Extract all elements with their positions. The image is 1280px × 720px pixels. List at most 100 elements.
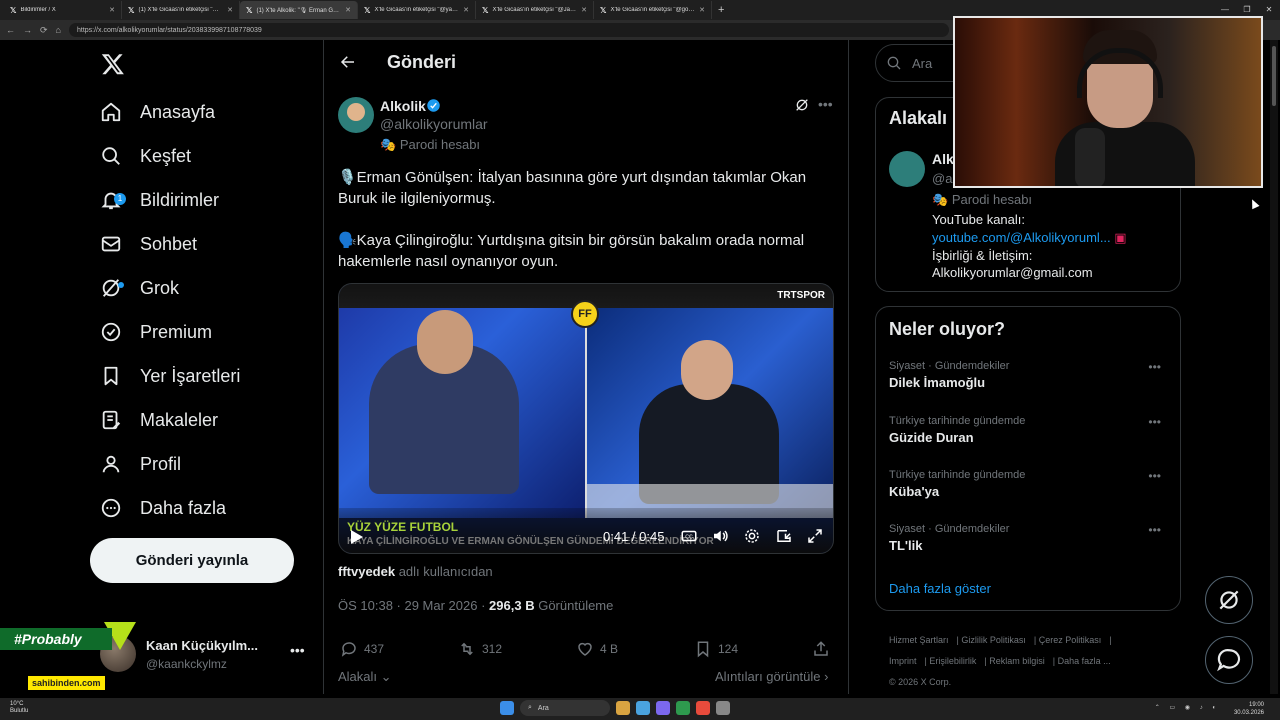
footer-link[interactable]: Hizmet Şartları [889,635,949,645]
app-icon[interactable] [716,701,730,715]
close-icon[interactable]: ✕ [345,6,351,14]
sidebar-item-messages[interactable]: Sohbet [100,227,197,261]
tweet-time[interactable]: ÖS 10:38 · 29 Mar 2026 [338,598,477,613]
close-icon[interactable]: ✕ [227,6,233,14]
browser-tab[interactable]: 𝕏 X'te Gicaas'ın etiketçisi "@govek ✕ [594,1,712,19]
fullscreen-icon[interactable] [806,527,824,545]
more-dots-icon[interactable]: ••• [1148,469,1161,483]
svg-text:CC: CC [685,534,693,540]
bell-icon-wrap: 1 [100,189,126,211]
trend-item[interactable]: Siyaset · Gündemdekiler TL'lik ••• [889,523,1169,563]
scrollbar-thumb[interactable] [1272,46,1276,106]
related-handle[interactable]: @a [932,171,952,186]
taskbar-clock[interactable]: 19:00 30.03.2026 [1234,701,1264,717]
trend-item[interactable]: Türkiye tarihinde gündemde Küba'ya ••• [889,469,1169,509]
home-nav-icon[interactable]: ⌂ [56,25,61,35]
trend-item[interactable]: Türkiye tarihinde gündemde Güzide Duran … [889,415,1169,455]
sidebar-item-profile[interactable]: Profil [100,447,181,481]
grok-floating-button[interactable] [1205,576,1253,624]
reload-icon[interactable]: ⟳ [40,25,48,36]
sidebar-item-articles[interactable]: Makaleler [100,403,218,437]
footer-link[interactable]: Çerez Politikası [1039,635,1102,645]
more-dots-icon[interactable]: ••• [1148,415,1161,429]
tweet-actions: 437 312 4 B 124 [340,640,834,662]
new-tab-button[interactable]: + [718,4,724,16]
windows-taskbar: 10°C Bulutlu ⌕ Ara ⌃ ▭ ◉ ♪ ◐ 19:00 30.03.… [0,698,1280,720]
sidebar-item-notifications[interactable]: 1 Bildirimler [100,183,219,217]
close-icon[interactable]: ✕ [109,6,115,14]
weather-widget[interactable]: 10°C Bulutlu [10,701,28,715]
author-name[interactable]: Alkolik [380,98,426,114]
sidebar-item-grok[interactable]: Grok [100,271,179,305]
reply-button[interactable]: 437 [340,640,384,658]
close-icon[interactable]: ✕ [699,6,705,14]
footer-link[interactable]: Imprint [889,656,917,666]
trend-item[interactable]: Siyaset · Gündemdekiler Dilek İmamoğlu •… [889,360,1169,400]
close-icon[interactable]: ✕ [581,6,587,14]
sidebar-item-home[interactable]: Anasayfa [100,95,215,129]
tag-line: fftvyedek adlı kullanıcıdan [338,564,493,579]
more-dots-icon[interactable]: ••• [818,96,833,112]
app-icon[interactable] [676,701,690,715]
footer-link[interactable]: Erişilebilirlik [929,656,976,666]
browser-tab[interactable]: 𝕏 Bildirimler / X ✕ [4,1,122,19]
footer-link[interactable]: Daha fazla ... [1058,656,1111,666]
sidebar-item-more[interactable]: Daha fazla [100,491,226,525]
share-button[interactable] [812,640,830,658]
footer-link[interactable]: Gizlilik Politikası [961,635,1026,645]
browser-app-icon[interactable] [636,701,650,715]
captions-icon[interactable]: CC [680,527,698,545]
browser-tab[interactable]: 𝕏 X'te Gicaas'ın etiketçisi "@yakob ✕ [358,1,476,19]
browser-tab[interactable]: 𝕏 (1) X'te Gicaas'ın etiketçisi "@mu ✕ [122,1,240,19]
search-icon [102,147,120,165]
mail-icon [101,236,121,252]
related-name[interactable]: Alk [932,151,954,167]
close-icon[interactable]: ✕ [463,6,469,14]
x-logo-icon[interactable] [101,52,125,76]
like-count: 4 B [600,642,619,656]
play-icon[interactable] [351,530,363,544]
discord-icon[interactable] [656,701,670,715]
repost-button[interactable]: 312 [458,640,502,658]
taskbar-search[interactable]: ⌕ Ara [520,700,610,716]
app-icon[interactable] [696,701,710,715]
more-dots-icon[interactable]: ••• [1148,523,1161,537]
avatar[interactable] [889,151,925,187]
article-icon [102,410,121,430]
author-avatar[interactable] [338,97,374,133]
post-button[interactable]: Gönderi yayınla [90,538,294,583]
volume-icon[interactable] [711,527,729,545]
picture-in-picture-icon[interactable] [775,527,793,545]
bio-link[interactable]: youtube.com/@Alkolikyoruml... ▣ [932,230,1127,246]
trend-category: Siyaset · Gündemdekiler [889,360,1010,372]
related-sort-dropdown[interactable]: Alakalı ⌄ [338,669,392,685]
tagged-user-link[interactable]: fftvyedek [338,564,395,579]
author-handle[interactable]: @alkolikyorumlar [380,116,488,132]
system-tray-icons[interactable]: ⌃ ▭ ◉ ♪ ◐ [1155,704,1220,711]
video-player[interactable]: TRTSPOR FF YÜZ YÜZE FUTBOL KAYA ÇİLİNGİR… [338,283,834,554]
footer-link[interactable]: Reklam bilgisi [989,656,1045,666]
sidebar-item-explore[interactable]: Keşfet [100,139,191,173]
start-icon[interactable] [500,701,514,715]
bookmark-button[interactable]: 124 [694,640,738,658]
like-button[interactable]: 4 B [576,640,618,658]
back-arrow-icon[interactable] [339,53,357,71]
messages-floating-button[interactable] [1205,636,1253,684]
bookmark-icon [104,366,118,386]
more-dots-icon[interactable]: ••• [290,642,305,658]
settings-gear-icon[interactable] [743,527,761,545]
url-field[interactable]: https://x.com/alkolikyorumlar/status/203… [68,23,949,37]
view-quotes-link[interactable]: Alıntıları görüntüle › [715,669,828,684]
x-favicon-icon: 𝕏 [128,5,135,15]
file-explorer-icon[interactable] [616,701,630,715]
browser-tab-active[interactable]: 𝕏 (1) X'te Alkolik: "🎙 Erman Gönülş ✕ [240,1,358,19]
browser-tab[interactable]: 𝕏 X'te Gicaas'ın etiketçisi "@Jalmir ✕ [476,1,594,19]
sidebar-item-bookmarks[interactable]: Yer İşaretleri [100,359,240,393]
grok-icon[interactable] [794,97,810,113]
show-more-link[interactable]: Daha fazla göster [889,581,991,596]
more-dots-icon[interactable]: ••• [1148,360,1161,374]
back-nav-icon[interactable]: ← [6,25,15,35]
sidebar-item-premium[interactable]: Premium [100,315,212,349]
scrollbar-track[interactable] [1270,40,1278,694]
forward-nav-icon[interactable]: → [23,25,32,35]
